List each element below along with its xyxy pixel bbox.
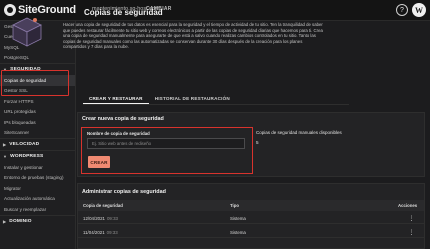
kebab-menu-icon[interactable]: ⋮	[409, 229, 415, 236]
sidebar-item-ssl[interactable]: Gestor SSL	[0, 86, 75, 97]
column-header-type: Tipo	[230, 203, 239, 208]
page-description: Hacer una copia de seguridad de tus dato…	[63, 22, 323, 50]
sidebar-item-migrator[interactable]: Migrator	[0, 183, 75, 194]
backup-date: 12/04/2021 09:33	[83, 216, 118, 221]
sidebar: Gestor archivos Cuentas FTP MySQL Postgr…	[0, 21, 76, 249]
manage-backups-title: Administrar copias de seguridad	[82, 189, 166, 195]
sidebar-section-wordpress[interactable]: ▼ WORDPRESS	[0, 150, 75, 162]
sidebar-section-domain[interactable]: ▶ DOMINIO	[0, 214, 75, 227]
chevron-right-icon: ▶	[3, 142, 7, 147]
create-backup-form: Nombre de copia de seguridad Ej. Sitio w…	[81, 127, 253, 174]
backup-box-icon	[12, 17, 42, 47]
top-bar: SiteGround mantenimiento.sg-host.com CAM…	[0, 0, 430, 21]
table-header: Copia de seguridad Tipo Acciones	[78, 200, 424, 211]
sidebar-section-label: SEGURIDAD	[10, 67, 41, 72]
create-button[interactable]: CREAR	[88, 156, 110, 168]
manual-backups-count: 5	[256, 140, 259, 145]
sidebar-item-backups[interactable]: Copias de seguridad	[0, 75, 75, 86]
sidebar-section-security[interactable]: ▼ SEGURIDAD	[0, 63, 75, 75]
backup-name-input[interactable]: Ej. Sitio web antes de rediseño	[87, 138, 245, 149]
wordpress-icon[interactable]: W	[412, 3, 426, 17]
sidebar-item-postgresql[interactable]: PostgreSQL	[0, 53, 75, 64]
top-icons: ? W	[396, 3, 426, 17]
chevron-right-icon: ▶	[3, 218, 7, 224]
sidebar-item-https[interactable]: Forzar HTTPS	[0, 96, 75, 107]
sidebar-item-sitescanner[interactable]: SiteScanner	[0, 128, 75, 139]
table-row: 11/04/2021 09:33 Sistema ⋮	[78, 227, 424, 238]
page-title: Copias de seguridad	[84, 8, 163, 17]
sidebar-item-protected-urls[interactable]: URL protegidas	[0, 107, 75, 118]
manual-backups-label: Copias de seguridad manuales disponibles	[256, 130, 342, 135]
chevron-down-icon: ▼	[3, 154, 8, 159]
backup-type: Sistema	[230, 230, 246, 235]
sidebar-section-speed[interactable]: ▶ VELOCIDAD	[0, 138, 75, 150]
create-backup-title: Crear nueva copia de seguridad	[82, 116, 164, 122]
kebab-menu-icon[interactable]: ⋮	[409, 215, 415, 222]
table-row: 12/04/2021 09:33 Sistema ⋮	[78, 213, 424, 224]
question-icon[interactable]: ?	[396, 4, 408, 16]
tab-create-restore[interactable]: CREAR Y RESTAURAR	[83, 93, 149, 104]
sidebar-section-label: WORDPRESS	[10, 154, 44, 159]
sidebar-item-autoupdate[interactable]: Actualización automática	[0, 194, 75, 205]
column-header-backup: Copia de seguridad	[83, 203, 123, 208]
chevron-down-icon: ▼	[3, 67, 8, 72]
sidebar-item-search-replace[interactable]: Buscar y reemplazar	[0, 204, 75, 215]
backup-name-label: Nombre de copia de seguridad	[87, 131, 150, 136]
sidebar-item-blocked-ips[interactable]: IPs bloqueadas	[0, 117, 75, 128]
sidebar-section-label: DOMINIO	[9, 218, 32, 224]
tab-bar: CREAR Y RESTAURAR HISTORIAL DE RESTAURAC…	[83, 93, 349, 105]
backup-date: 11/04/2021 09:33	[83, 230, 118, 235]
manage-backups-card: Administrar copias de seguridad Copia de…	[77, 183, 425, 249]
tab-restore-history[interactable]: HISTORIAL DE RESTAURACIÓN	[149, 93, 236, 104]
sidebar-item-staging[interactable]: Entorno de pruebas (staging)	[0, 173, 75, 184]
backup-type: Sistema	[230, 216, 246, 221]
sidebar-item-install-manage[interactable]: Instalar y gestionar	[0, 162, 75, 173]
column-header-actions: Acciones	[398, 203, 418, 208]
create-backup-card: Crear nueva copia de seguridad Nombre de…	[77, 112, 425, 177]
sidebar-section-label: VELOCIDAD	[9, 142, 40, 147]
